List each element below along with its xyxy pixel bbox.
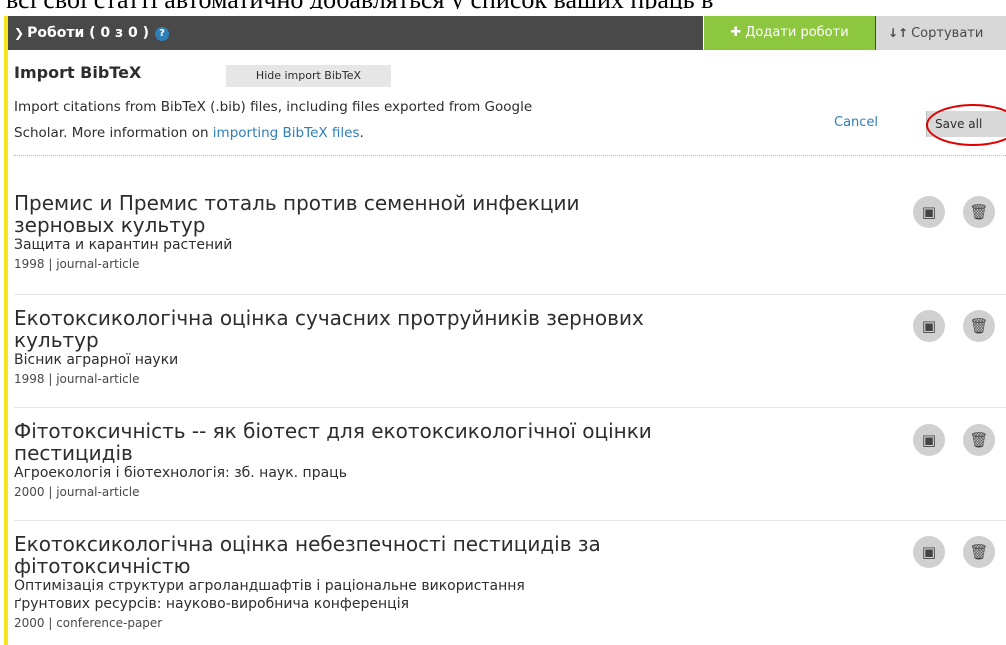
work-title[interactable]: Екотоксикологічна оцінка небезпечності п… [14, 533, 754, 577]
row-divider [14, 294, 1006, 295]
save-icon[interactable]: ▣ [913, 196, 945, 228]
works-panel: ❯ Роботи ( 0 з 0 )? ✚ Додати роботи ↓↑ Сорт… [4, 16, 1006, 645]
work-journal: Защита и карантин растений [14, 237, 233, 253]
chevron-down-icon: ❯ [14, 26, 25, 40]
help-icon[interactable]: ? [155, 27, 170, 41]
sort-icon: ↓↑ [888, 26, 909, 40]
works-header: ❯ Роботи ( 0 з 0 )? ✚ Додати роботи ↓↑ Сорт… [8, 16, 1006, 50]
work-title-line1: Екотоксикологічна оцінка небезпечності п… [14, 532, 601, 556]
work-item: Екотоксикологічна оцінка небезпечності п… [14, 533, 894, 633]
work-title-line2: культур [14, 328, 99, 352]
save-icon[interactable]: ▣ [913, 424, 945, 456]
add-works-button[interactable]: ✚ Додати роботи [703, 16, 875, 50]
trash-icon[interactable]: 🗑 [963, 196, 995, 228]
import-divider [14, 155, 1006, 156]
import-desc-suffix: . [359, 125, 364, 141]
save-icon[interactable]: ▣ [913, 536, 945, 568]
import-desc-prefix: Scholar. More information on [14, 125, 213, 141]
trash-icon[interactable]: 🗑 [963, 536, 995, 568]
save-icon[interactable]: ▣ [913, 310, 945, 342]
work-meta: 1998 | journal-article [14, 257, 140, 271]
sort-label: Сортувати [911, 26, 984, 41]
add-works-label: Додати роботи [745, 25, 849, 40]
sort-button[interactable]: ↓↑ Сортувати [876, 16, 1006, 50]
importing-bibtex-link[interactable]: importing BibTeX files [213, 125, 360, 141]
work-meta: 2000 | journal-article [14, 485, 140, 499]
works-toggle[interactable]: ❯ Роботи ( 0 з 0 )? [14, 16, 170, 50]
cancel-link[interactable]: Cancel [834, 115, 878, 130]
work-title-line1: Фітотоксичність -- як біотест для екоток… [14, 419, 652, 443]
trash-icon[interactable]: 🗑 [963, 424, 995, 456]
work-title-line1: Премис и Премис тоталь против семенной и… [14, 191, 580, 215]
work-title[interactable]: Премис и Премис тоталь против семенной и… [14, 192, 754, 236]
works-title: Роботи ( 0 з 0 ) [27, 25, 150, 41]
work-title-line2: пестицидів [14, 441, 133, 465]
highlight-circle [926, 104, 1006, 146]
work-meta: 1998 | journal-article [14, 372, 140, 386]
import-desc-line2: Scholar. More information on importing B… [14, 120, 714, 146]
trash-icon[interactable]: 🗑 [963, 310, 995, 342]
work-title[interactable]: Фітотоксичність -- як біотест для екоток… [14, 420, 754, 464]
work-title-line2: фітотоксичністю [14, 554, 191, 578]
work-journal: Оптимізація структури агроландшафтів і р… [14, 577, 894, 613]
work-journal: Агроекологія і біотехнологія: зб. наук. … [14, 465, 347, 481]
work-title-line1: Екотоксикологічна оцінка сучасних протру… [14, 306, 644, 330]
overhead-text: всі свої статті автоматично добавляться … [0, 0, 1006, 9]
plus-icon: ✚ [730, 25, 742, 40]
work-journal-line2: ґрунтових ресурсів: науково-виробнича ко… [14, 596, 410, 612]
work-journal: Вісник аграрної науки [14, 352, 179, 368]
work-meta: 2000 | conference-paper [14, 616, 163, 630]
work-item: Екотоксикологічна оцінка сучасних протру… [14, 307, 894, 389]
work-item: Премис и Премис тоталь против семенной и… [14, 192, 894, 274]
import-description: Import citations from BibTeX (.bib) file… [14, 94, 714, 146]
work-title-line2: зерновых культур [14, 213, 206, 237]
import-desc-line1: Import citations from BibTeX (.bib) file… [14, 99, 533, 115]
work-item: Фітотоксичність -- як біотест для екоток… [14, 420, 894, 502]
row-divider [14, 520, 1006, 521]
work-title[interactable]: Екотоксикологічна оцінка сучасних протру… [14, 307, 754, 351]
import-bibtex-title: Import BibTeX [14, 63, 142, 82]
hide-import-button[interactable]: Hide import BibTeX [226, 65, 391, 87]
row-divider [14, 407, 1006, 408]
work-journal-line1: Оптимізація структури агроландшафтів і р… [14, 578, 525, 594]
